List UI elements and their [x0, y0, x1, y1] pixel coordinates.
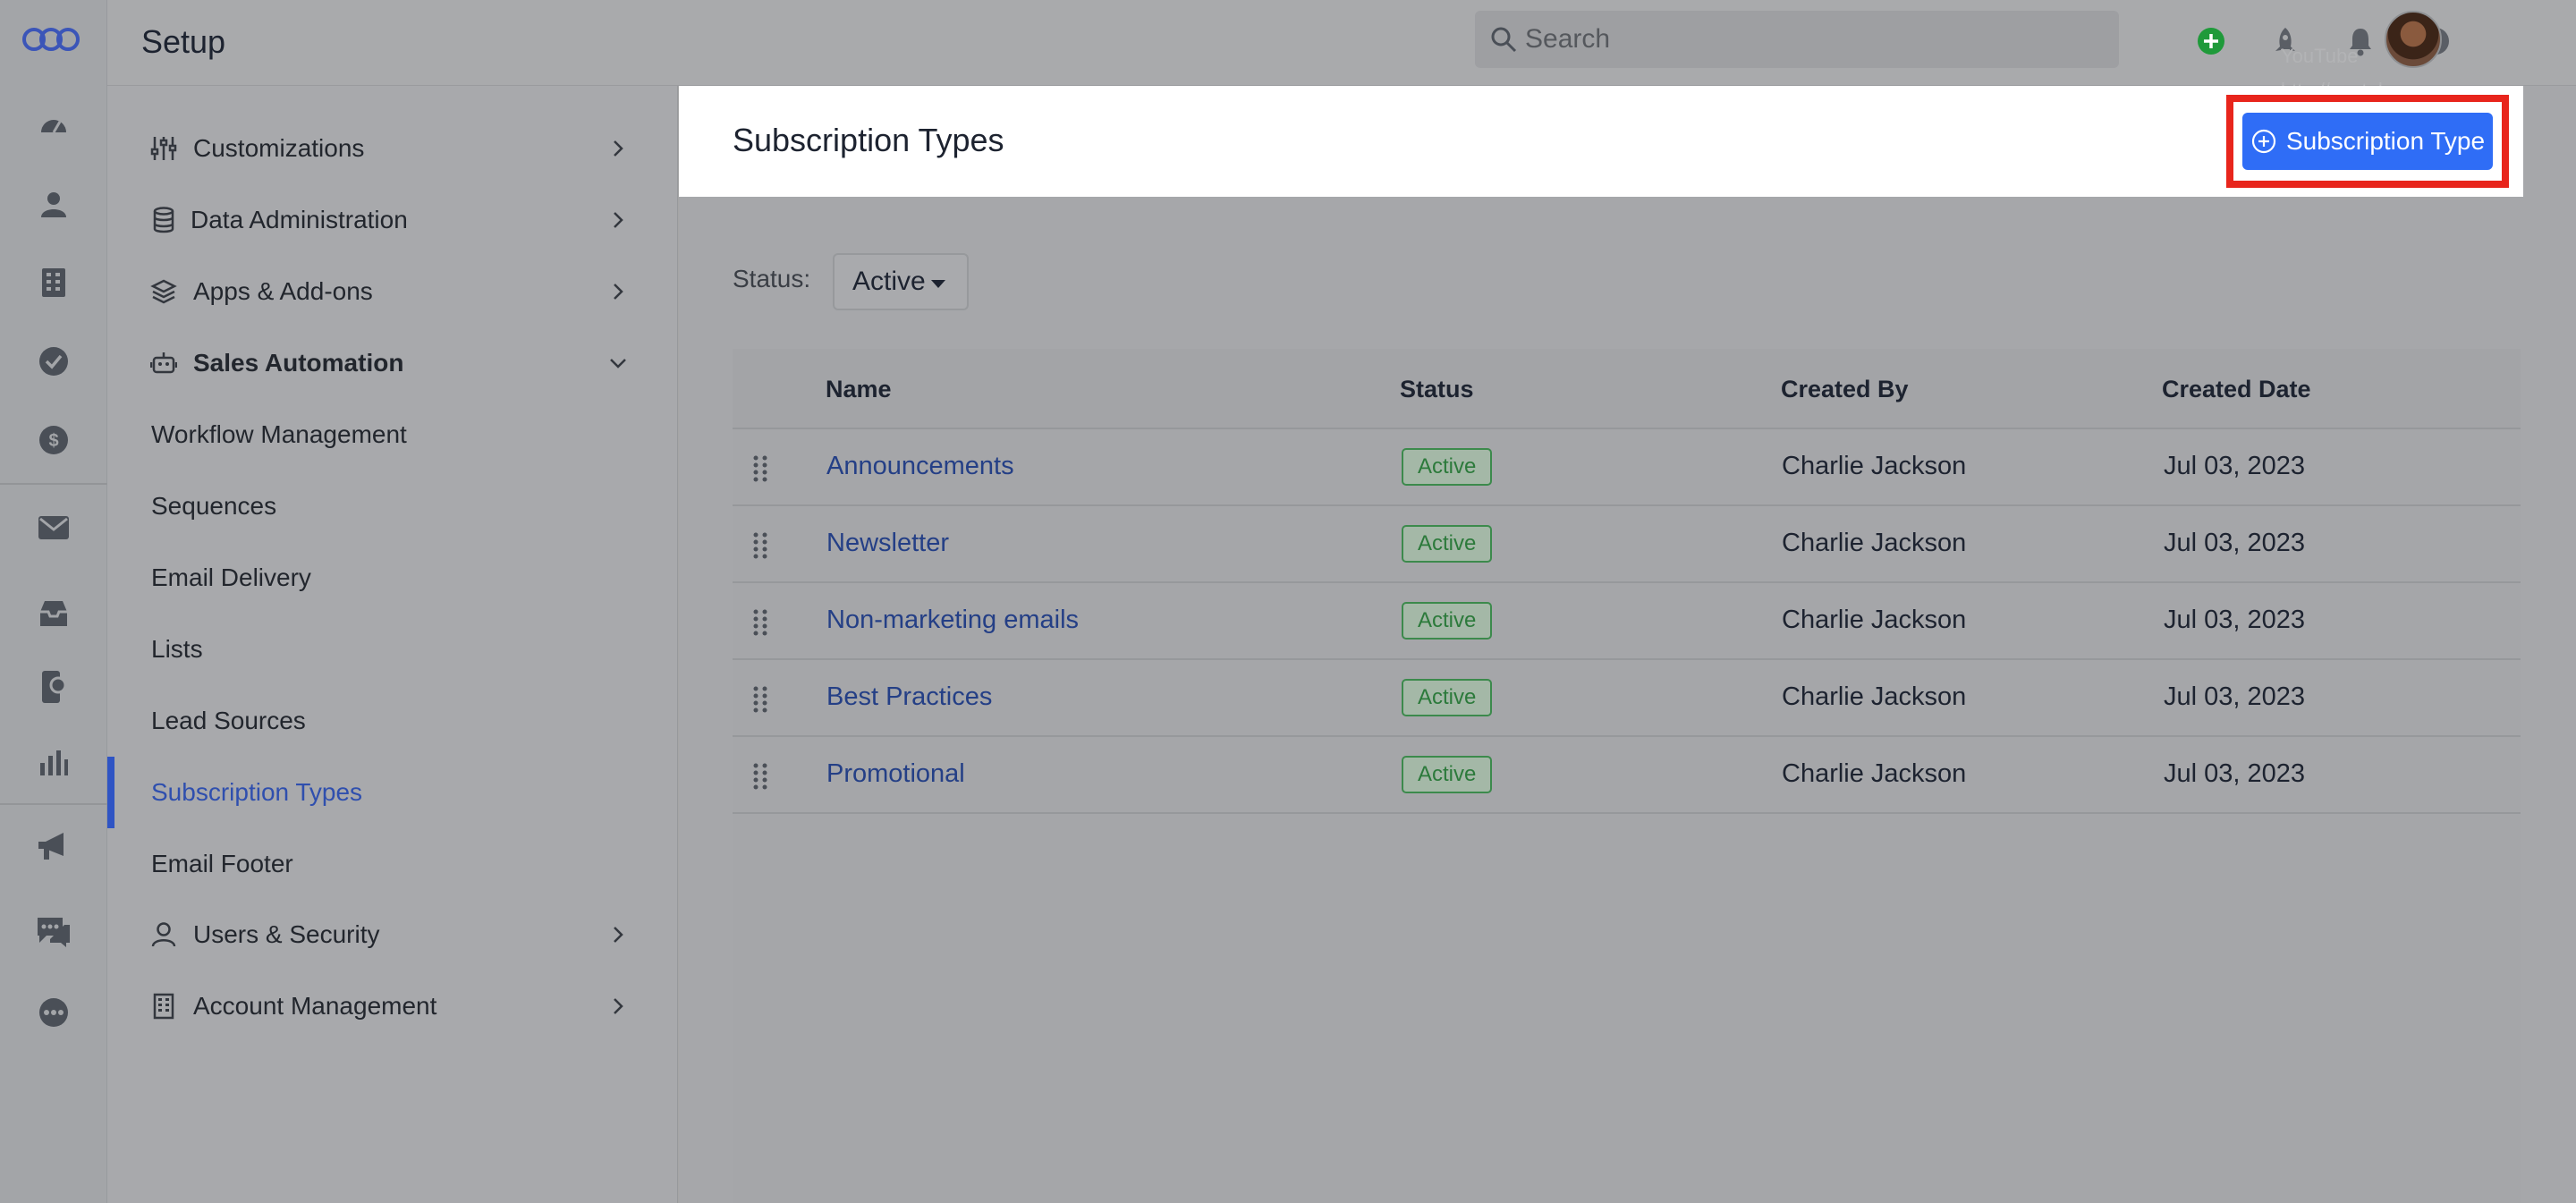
reports-icon[interactable]	[34, 742, 73, 782]
status-badge: Active	[1402, 756, 1493, 793]
row-created-by: Charlie Jackson	[1782, 759, 1967, 788]
column-header-created-by[interactable]: Created By	[1781, 376, 1909, 403]
table-row: Newsletter Active Charlie Jackson Jul 03…	[733, 506, 2521, 583]
global-search[interactable]	[1475, 11, 2119, 68]
main-content: Status: Active Name Status Created By Cr…	[679, 197, 2523, 1203]
contacts-icon[interactable]	[34, 184, 73, 224]
right-gutter	[2523, 86, 2576, 1203]
robot-icon	[148, 348, 179, 378]
column-header-name[interactable]: Name	[826, 376, 892, 403]
row-created-date: Jul 03, 2023	[2164, 529, 2306, 557]
user-avatar[interactable]	[2385, 11, 2442, 68]
row-created-date: Jul 03, 2023	[2164, 759, 2306, 788]
sidebar-item-lists[interactable]: Lists	[151, 635, 203, 664]
campaigns-icon[interactable]	[34, 826, 73, 866]
row-name-link[interactable]: Best Practices	[826, 682, 992, 712]
chevron-right-icon	[605, 135, 631, 162]
building-icon	[148, 991, 179, 1021]
table-row: Announcements Active Charlie Jackson Jul…	[733, 429, 2521, 506]
status-badge: Active	[1402, 679, 1493, 716]
status-badge: Active	[1402, 448, 1493, 486]
sidebar-item-subscription-types[interactable]: Subscription Types	[151, 778, 362, 807]
row-created-date: Jul 03, 2023	[2164, 452, 2306, 480]
sidebar-item-users-security[interactable]: Users & Security	[107, 902, 678, 967]
sidebar-item-email-footer[interactable]: Email Footer	[151, 850, 293, 878]
table-row: Non-marketing emails Active Charlie Jack…	[733, 583, 2521, 660]
sidebar-item-data-administration[interactable]: Data Administration	[107, 188, 678, 252]
row-created-by: Charlie Jackson	[1782, 682, 1967, 711]
page-title: Subscription Types	[733, 122, 1004, 158]
status-badge: Active	[1402, 525, 1493, 563]
email-icon[interactable]	[34, 508, 73, 547]
row-name-link[interactable]: Announcements	[826, 452, 1014, 481]
chevron-right-icon	[605, 921, 631, 948]
table-header: Name Status Created By Created Date	[733, 349, 2521, 429]
app-logo-icon[interactable]	[21, 23, 80, 55]
user-icon	[148, 919, 179, 950]
sidebar-item-email-delivery[interactable]: Email Delivery	[151, 563, 311, 592]
chevron-right-icon	[605, 993, 631, 1020]
row-name-link[interactable]: Promotional	[826, 759, 965, 789]
dashboard-icon[interactable]	[34, 106, 73, 145]
app-title: Setup	[141, 23, 226, 60]
table-row: Promotional Active Charlie Jackson Jul 0…	[733, 737, 2521, 814]
subscription-types-table: Name Status Created By Created Date Anno…	[733, 349, 2521, 1203]
layers-icon	[148, 276, 179, 307]
row-created-by: Charlie Jackson	[1782, 452, 1967, 480]
active-nav-indicator	[107, 757, 114, 828]
drag-handle-icon[interactable]	[752, 762, 768, 791]
row-created-date: Jul 03, 2023	[2164, 682, 2306, 711]
row-created-by: Charlie Jackson	[1782, 606, 1967, 634]
more-icon[interactable]	[34, 993, 73, 1032]
sidebar-item-sales-automation[interactable]: Sales Automation	[107, 331, 678, 395]
row-created-by: Charlie Jackson	[1782, 529, 1967, 557]
svg-text:$: $	[48, 431, 58, 451]
caret-down-icon	[931, 280, 945, 288]
status-badge: Active	[1402, 602, 1493, 640]
drag-handle-icon[interactable]	[752, 685, 768, 714]
add-button-label: Subscription Type	[2285, 127, 2486, 155]
chevron-right-icon	[605, 278, 631, 305]
plus-circle-icon	[2250, 128, 2277, 155]
page-header: Subscription Types Subscription Type	[679, 86, 2523, 197]
column-header-created-date[interactable]: Created Date	[2162, 376, 2311, 403]
top-header: Setup ? YouTube http://youtube.com	[107, 0, 2576, 101]
status-filter-dropdown[interactable]: Active	[833, 253, 969, 310]
search-input[interactable]	[1525, 24, 2062, 55]
row-name-link[interactable]: Non-marketing emails	[826, 606, 1079, 635]
chevron-down-icon	[605, 350, 631, 377]
status-filter-value: Active	[852, 267, 926, 296]
sidebar-item-apps-addons[interactable]: Apps & Add-ons	[107, 259, 678, 324]
deals-icon[interactable]: $	[34, 420, 73, 460]
inbox-icon[interactable]	[34, 594, 73, 633]
sidebar-item-sequences[interactable]: Sequences	[151, 492, 276, 521]
setup-sidebar: Customizations Data Administration Apps …	[107, 86, 678, 1203]
quick-add-icon[interactable]	[2191, 21, 2231, 61]
tasks-icon[interactable]	[34, 342, 73, 381]
table-row: Best Practices Active Charlie Jackson Ju…	[733, 660, 2521, 737]
sidebar-item-lead-sources[interactable]: Lead Sources	[151, 707, 306, 735]
sidebar-item-workflow-management[interactable]: Workflow Management	[151, 420, 407, 449]
chat-icon[interactable]	[34, 912, 73, 952]
drag-handle-icon[interactable]	[752, 608, 768, 637]
row-created-date: Jul 03, 2023	[2164, 606, 2306, 634]
app-rail: $	[0, 0, 107, 1203]
accounts-icon[interactable]	[34, 263, 73, 302]
column-header-status[interactable]: Status	[1400, 376, 1474, 403]
drag-handle-icon[interactable]	[752, 454, 768, 483]
status-filter-label: Status:	[733, 265, 811, 292]
search-icon	[1487, 23, 1520, 55]
sidebar-item-customizations[interactable]: Customizations	[107, 116, 678, 181]
chevron-right-icon	[605, 207, 631, 233]
drag-handle-icon[interactable]	[752, 531, 768, 560]
add-subscription-type-button[interactable]: Subscription Type	[2242, 113, 2493, 170]
sidebar-item-account-management[interactable]: Account Management	[107, 974, 678, 1038]
sliders-icon	[148, 133, 179, 164]
row-name-link[interactable]: Newsletter	[826, 529, 949, 558]
database-icon	[148, 205, 179, 235]
phone-icon[interactable]	[34, 667, 73, 707]
